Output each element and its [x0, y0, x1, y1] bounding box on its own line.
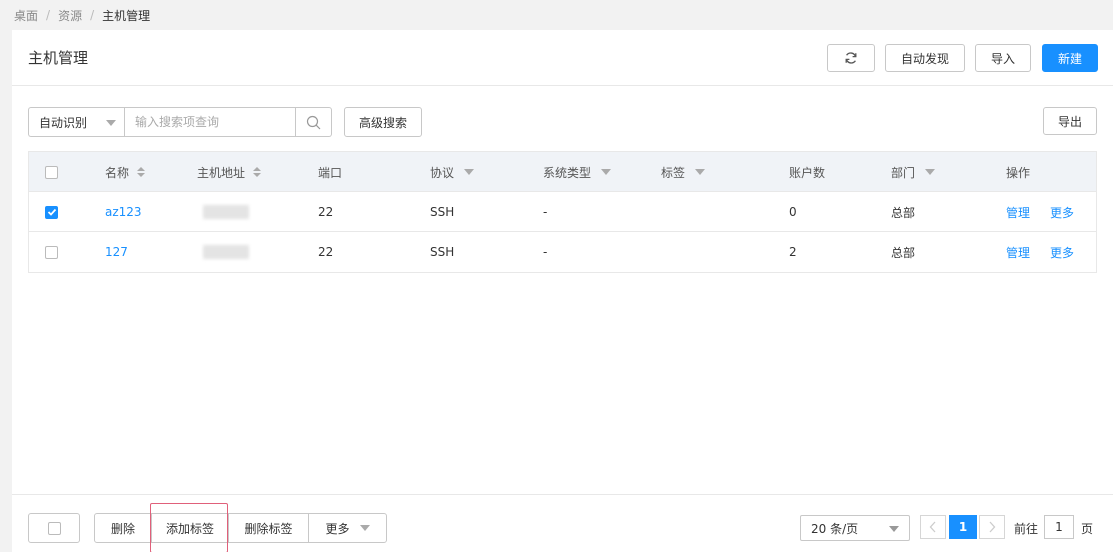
- check-icon: [47, 208, 56, 216]
- masked-address: [203, 205, 249, 219]
- breadcrumb-desktop[interactable]: 桌面: [14, 7, 38, 24]
- prev-page-button[interactable]: [920, 515, 946, 539]
- auto-discover-button[interactable]: 自动发现: [885, 44, 965, 72]
- new-button[interactable]: 新建: [1042, 44, 1098, 72]
- table-footer: 删除 添加标签 删除标签 更多 20 条/页 1 前往 页: [12, 494, 1113, 552]
- advanced-search-button[interactable]: 高级搜索: [344, 107, 422, 137]
- breadcrumb-resources[interactable]: 资源: [58, 7, 82, 24]
- chevron-left-icon: [929, 521, 936, 533]
- select-all-checkbox[interactable]: [45, 165, 58, 179]
- add-tag-button[interactable]: 添加标签: [151, 513, 229, 543]
- accounts-cell: 2: [789, 245, 797, 259]
- page-size-select[interactable]: 20 条/页: [800, 515, 910, 541]
- column-header-actions: 操作: [1006, 165, 1031, 180]
- search-type-select[interactable]: 自动识别: [28, 107, 124, 137]
- more-dropdown-button[interactable]: 更多: [308, 513, 387, 543]
- column-department-label: 部门: [891, 165, 916, 180]
- column-system-type-label: 系统类型: [543, 165, 592, 180]
- department-cell: 总部: [891, 205, 916, 220]
- port-cell: 22: [318, 245, 334, 259]
- column-header-name[interactable]: 名称: [105, 152, 146, 192]
- protocol-cell: SSH: [430, 205, 455, 219]
- manage-link[interactable]: 管理: [1006, 232, 1030, 272]
- goto-prefix: 前往: [1014, 522, 1039, 536]
- breadcrumb: 桌面 / 资源 / 主机管理: [14, 7, 150, 23]
- delete-button[interactable]: 删除: [94, 513, 152, 543]
- department-cell: 总部: [891, 245, 916, 260]
- filter-icon: [695, 169, 706, 175]
- host-table: 名称 主机地址 端口 协议 系统类型 标签 账户数 部门 操作 az123 22…: [28, 151, 1097, 273]
- column-header-department[interactable]: 部门: [891, 152, 936, 192]
- page-header: 主机管理 自动发现 导入 新建: [12, 30, 1113, 86]
- goto-page-input[interactable]: [1044, 515, 1074, 539]
- footer-select-all[interactable]: [28, 513, 80, 543]
- column-name-label: 名称: [105, 165, 130, 180]
- page-size-value: 20 条/页: [811, 521, 859, 536]
- refresh-icon: [845, 52, 857, 64]
- search-input[interactable]: [124, 107, 296, 137]
- filter-icon: [925, 169, 936, 175]
- masked-address: [203, 245, 249, 259]
- table-header-row: 名称 主机地址 端口 协议 系统类型 标签 账户数 部门 操作: [29, 152, 1096, 192]
- page-number-current[interactable]: 1: [949, 515, 977, 539]
- remove-tag-button[interactable]: 删除标签: [228, 513, 309, 543]
- column-header-port: 端口: [318, 165, 343, 180]
- table-row: 127 22 SSH - 2 总部 管理 更多: [29, 232, 1096, 272]
- refresh-button[interactable]: [827, 44, 875, 72]
- breadcrumb-current: 主机管理: [102, 8, 151, 23]
- manage-link[interactable]: 管理: [1006, 192, 1030, 232]
- host-name-link[interactable]: 127: [105, 232, 128, 272]
- column-header-tag[interactable]: 标签: [661, 152, 706, 192]
- search-type-value: 自动识别: [39, 115, 88, 130]
- system-type-cell: -: [543, 245, 548, 259]
- footer-select-all-checkbox[interactable]: [47, 521, 61, 535]
- import-button[interactable]: 导入: [975, 44, 1031, 72]
- sort-icon: [253, 167, 262, 177]
- accounts-cell: 0: [789, 205, 797, 219]
- chevron-down-icon: [106, 120, 116, 126]
- search-icon: [306, 115, 321, 129]
- more-link[interactable]: 更多: [1050, 232, 1074, 272]
- chevron-down-icon: [359, 525, 370, 531]
- column-header-protocol[interactable]: 协议: [430, 152, 475, 192]
- column-protocol-label: 协议: [430, 165, 455, 180]
- sort-icon: [137, 167, 146, 177]
- column-header-system-type[interactable]: 系统类型: [543, 152, 612, 192]
- export-button[interactable]: 导出: [1043, 107, 1097, 135]
- system-type-cell: -: [543, 205, 548, 219]
- goto-suffix: 页: [1081, 522, 1094, 536]
- search-button[interactable]: [296, 107, 332, 137]
- page-title: 主机管理: [28, 49, 89, 67]
- row-checkbox[interactable]: [45, 245, 58, 259]
- filter-icon: [601, 169, 612, 175]
- host-name-link[interactable]: az123: [105, 192, 142, 232]
- protocol-cell: SSH: [430, 245, 455, 259]
- more-link[interactable]: 更多: [1050, 192, 1074, 232]
- filter-icon: [464, 169, 475, 175]
- column-header-accounts: 账户数: [789, 165, 826, 180]
- column-header-address[interactable]: 主机地址: [197, 152, 262, 192]
- port-cell: 22: [318, 205, 334, 219]
- more-label: 更多: [325, 521, 350, 536]
- breadcrumb-separator: /: [90, 8, 95, 22]
- table-row: az123 22 SSH - 0 总部 管理 更多: [29, 192, 1096, 232]
- chevron-down-icon: [889, 526, 899, 532]
- search-toolbar: 自动识别 高级搜索: [28, 107, 422, 137]
- next-page-button[interactable]: [979, 515, 1005, 539]
- main-panel: 主机管理 自动发现 导入 新建 自动识别 高级搜索 导出: [12, 30, 1113, 552]
- breadcrumb-separator: /: [46, 8, 51, 22]
- column-address-label: 主机地址: [197, 165, 246, 180]
- column-tag-label: 标签: [661, 165, 686, 180]
- chevron-right-icon: [989, 521, 996, 533]
- row-checkbox[interactable]: [45, 205, 58, 219]
